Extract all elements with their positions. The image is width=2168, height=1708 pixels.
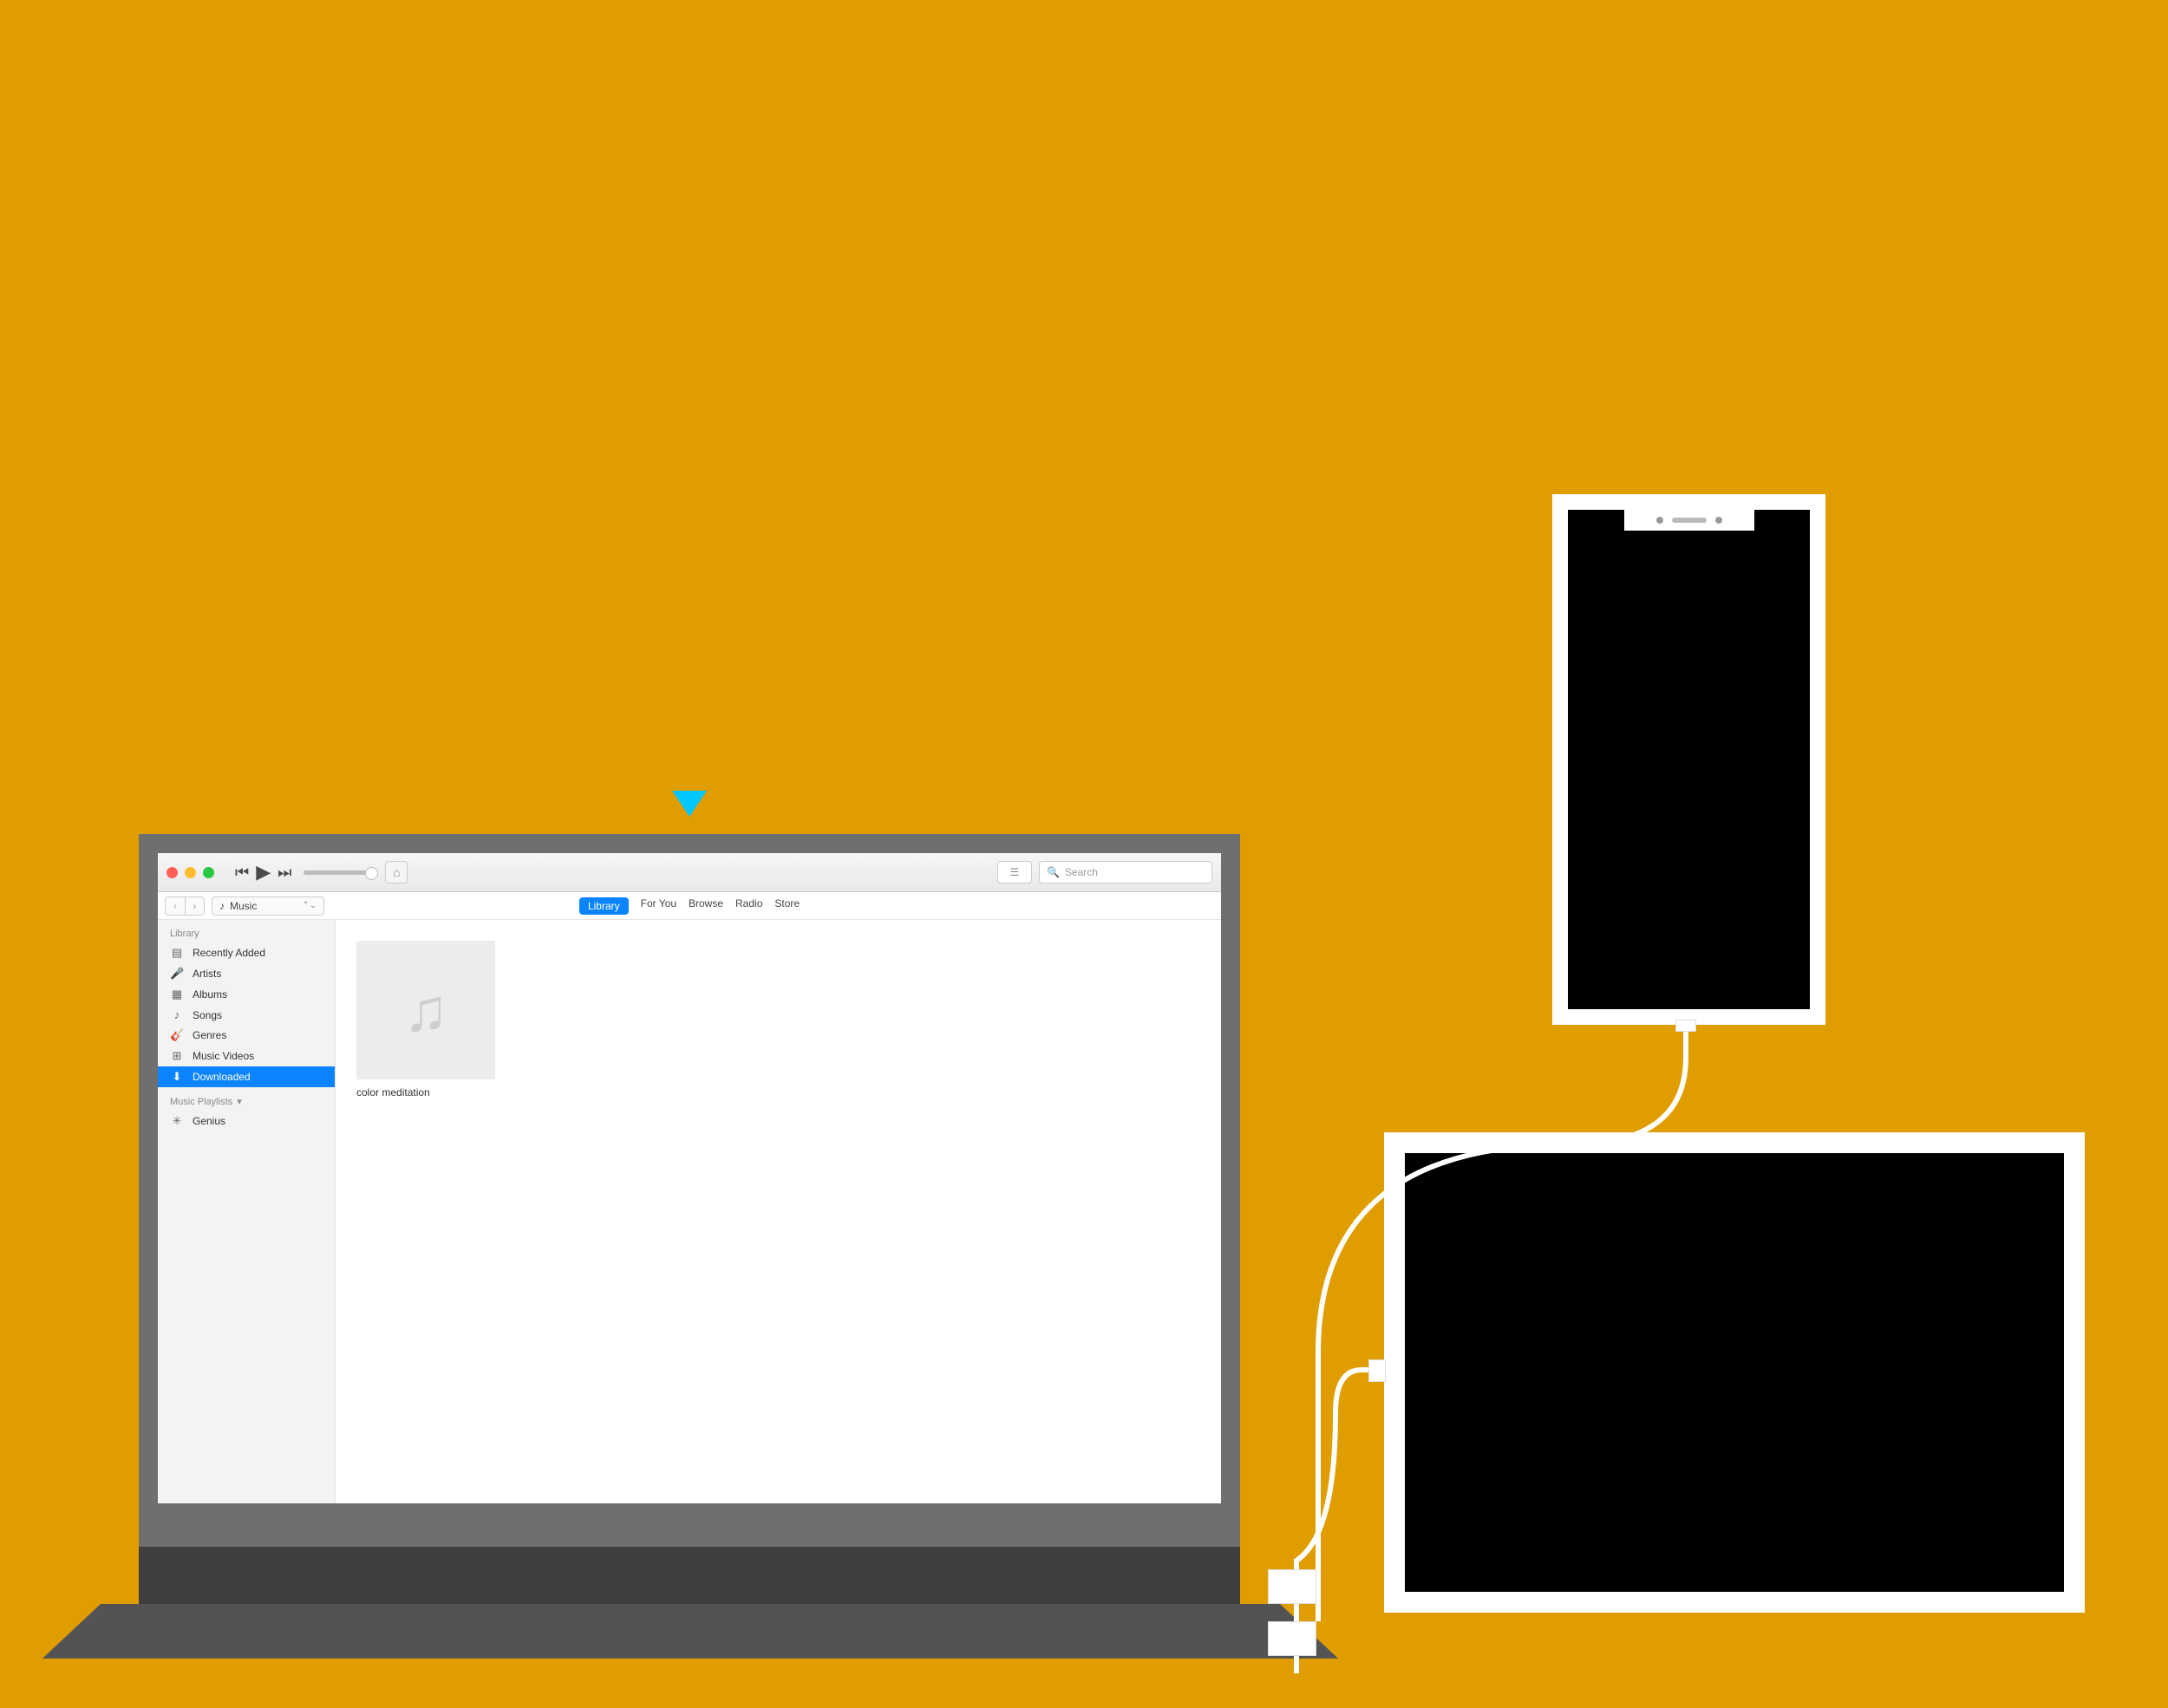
tab-library[interactable]: Library <box>579 897 629 915</box>
sidebar-item-genius[interactable]: ✳ Genius <box>158 1111 335 1131</box>
video-icon: ⊞ <box>170 1049 184 1063</box>
search-input[interactable]: 🔍 Search <box>1039 861 1212 883</box>
sidebar-header-library: Library <box>158 925 335 942</box>
download-icon: ⬇ <box>170 1070 184 1084</box>
phone-notch <box>1624 510 1754 531</box>
album-art-placeholder: ♫ <box>356 941 495 1079</box>
next-button[interactable]: ⏭ <box>278 864 291 882</box>
sidebar-item-label: Artists <box>193 968 221 980</box>
sidebar-item-artists[interactable]: 🎤 Artists <box>158 963 335 984</box>
section-tabs: Library For You Browse Radio Store <box>579 897 800 915</box>
tablet-connector <box>1368 1359 1386 1382</box>
chevron-updown-icon: ⌃⌄ <box>302 901 317 910</box>
album-tile[interactable]: ♫ color meditation <box>356 941 495 1098</box>
chevron-down-icon[interactable]: ▾ <box>237 1097 242 1107</box>
history-nav: ‹ › <box>165 896 205 916</box>
tab-store[interactable]: Store <box>774 897 800 915</box>
sidebar-item-genres[interactable]: 🎸 Genres <box>158 1025 335 1046</box>
window-body: Library ▤ Recently Added 🎤 Artists ▦ Alb… <box>158 920 1221 1503</box>
navigation-bar: ‹ › ♪ Music ⌃⌄ Library For You Browse Ra… <box>158 892 1221 920</box>
sidebar-item-label: Songs <box>193 1009 222 1021</box>
laptop-webcam-indicator <box>672 791 707 817</box>
genius-icon: ✳ <box>170 1114 184 1128</box>
window-controls <box>167 867 214 878</box>
music-note-icon: ♪ <box>219 900 225 912</box>
usb-plug-1 <box>1268 1569 1316 1604</box>
close-window-button[interactable] <box>167 867 178 878</box>
sidebar-item-songs[interactable]: ♪ Songs <box>158 1005 335 1025</box>
tab-radio[interactable]: Radio <box>735 897 762 915</box>
laptop-base <box>42 1604 1338 1659</box>
tab-for-you[interactable]: For You <box>641 897 676 915</box>
source-label: Music <box>230 900 257 912</box>
laptop-hinge <box>139 1547 1240 1606</box>
phone-sensor-dot <box>1656 517 1663 524</box>
airplay-button[interactable]: ⌂ <box>385 861 408 883</box>
sidebar-item-music-videos[interactable]: ⊞ Music Videos <box>158 1046 335 1066</box>
phone-screen <box>1568 510 1810 1009</box>
phone-camera-dot <box>1715 517 1722 524</box>
source-selector[interactable]: ♪ Music ⌃⌄ <box>212 896 324 916</box>
phone-speaker <box>1672 518 1707 523</box>
tablet-device <box>1384 1132 2085 1613</box>
laptop: ⏮ ▶ ⏭ ⌂ ☰ 🔍 Search ‹ › <box>139 834 1240 1606</box>
sidebar-item-label: Music Videos <box>193 1050 254 1062</box>
phone-connector <box>1675 1020 1696 1032</box>
sidebar-item-label: Recently Added <box>193 947 265 959</box>
sidebar-item-label: Genius <box>193 1115 225 1127</box>
sidebar-item-albums[interactable]: ▦ Albums <box>158 984 335 1005</box>
forward-button[interactable]: › <box>185 897 204 915</box>
search-icon: 🔍 <box>1047 866 1060 878</box>
sidebar-item-label: Albums <box>193 988 227 1001</box>
volume-slider[interactable] <box>304 870 373 875</box>
play-button[interactable]: ▶ <box>256 861 271 883</box>
search-placeholder: Search <box>1065 866 1098 878</box>
laptop-frame: ⏮ ▶ ⏭ ⌂ ☰ 🔍 Search ‹ › <box>139 834 1240 1547</box>
phone-device <box>1552 494 1825 1025</box>
grid-icon: ▦ <box>170 988 184 1001</box>
minimize-window-button[interactable] <box>185 867 196 878</box>
sidebar: Library ▤ Recently Added 🎤 Artists ▦ Alb… <box>158 920 336 1503</box>
playback-controls: ⏮ ▶ ⏭ ⌂ <box>235 861 408 883</box>
content-pane: ♫ color meditation <box>336 920 1221 1503</box>
guitar-icon: 🎸 <box>170 1028 184 1042</box>
note-icon: ♪ <box>170 1008 184 1021</box>
sidebar-item-label: Downloaded <box>193 1071 251 1083</box>
usb-plug-2 <box>1268 1621 1316 1656</box>
clock-icon: ▤ <box>170 946 184 960</box>
previous-button[interactable]: ⏮ <box>235 864 249 882</box>
tab-browse[interactable]: Browse <box>689 897 723 915</box>
mic-icon: 🎤 <box>170 967 184 981</box>
window-toolbar: ⏮ ▶ ⏭ ⌂ ☰ 🔍 Search <box>158 853 1221 892</box>
album-title: color meditation <box>356 1086 495 1098</box>
sidebar-item-downloaded[interactable]: ⬇ Downloaded <box>158 1066 335 1087</box>
fullscreen-window-button[interactable] <box>203 867 214 878</box>
back-button[interactable]: ‹ <box>166 897 185 915</box>
sidebar-header-playlists: Music Playlists ▾ <box>158 1087 335 1111</box>
view-list-button[interactable]: ☰ <box>997 861 1032 883</box>
sidebar-item-recently-added[interactable]: ▤ Recently Added <box>158 942 335 963</box>
sidebar-item-label: Genres <box>193 1029 226 1041</box>
itunes-window: ⏮ ▶ ⏭ ⌂ ☰ 🔍 Search ‹ › <box>158 853 1221 1503</box>
tablet-screen <box>1405 1153 2064 1592</box>
